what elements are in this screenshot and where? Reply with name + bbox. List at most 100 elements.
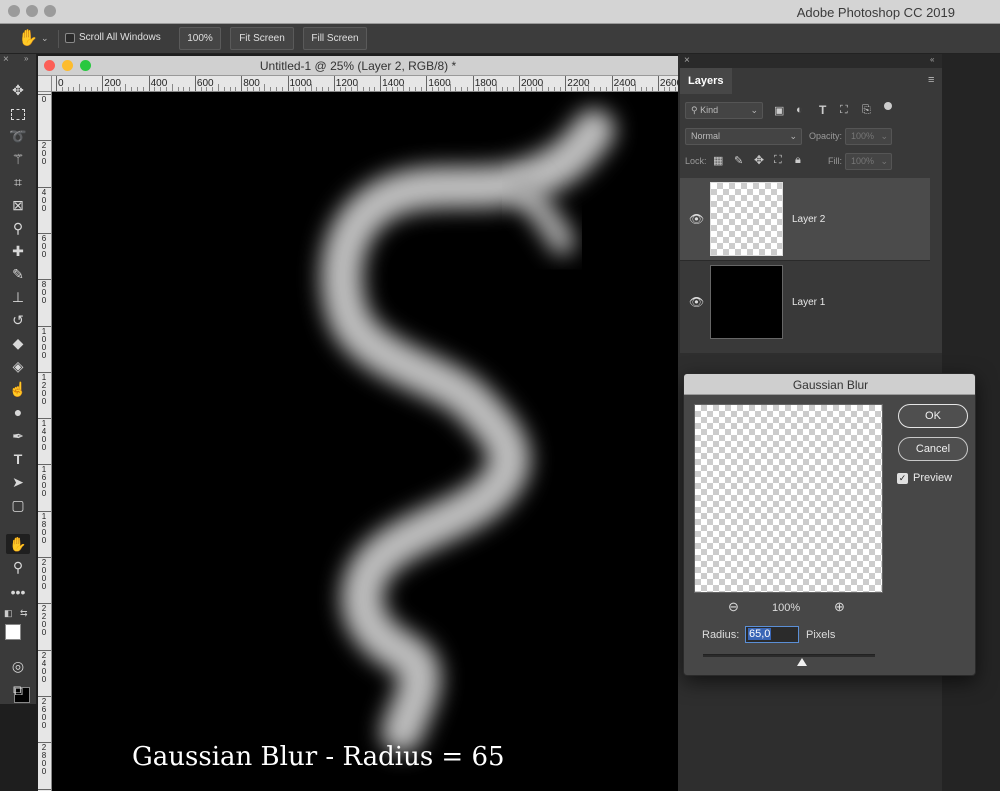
fill-input[interactable]: 100% ⌄ <box>845 153 892 170</box>
marquee-icon[interactable] <box>6 103 30 123</box>
eyedropper-icon[interactable]: ⚲ <box>6 218 30 238</box>
collapse-icon[interactable]: « <box>930 55 934 64</box>
dialog-title: Gaussian Blur <box>792 378 869 392</box>
document-titlebar: Untitled-1 @ 25% (Layer 2, RGB/8) * <box>38 56 678 76</box>
magic-wand-icon[interactable]: ⚚ <box>6 149 30 169</box>
ruler-minor-tick <box>79 84 81 91</box>
layer-row-layer-1[interactable]: 👁︎ Layer 1 <box>680 260 930 342</box>
filter-adjustment-icon[interactable]: ◐ <box>796 104 803 116</box>
dodge-icon[interactable]: ● <box>6 402 30 422</box>
preview-zoom-level: 100% <box>772 602 801 614</box>
filter-pixel-icon[interactable]: ▣ <box>774 104 784 117</box>
zoom-in-icon[interactable]: ⊕ <box>834 599 845 615</box>
radius-slider-thumb[interactable] <box>797 658 807 666</box>
layer-row-layer-2[interactable]: 👁︎ Layer 2 <box>680 178 930 260</box>
opacity-input[interactable]: 100% ⌄ <box>845 128 892 145</box>
lock-pixels-icon[interactable]: ✎ <box>734 154 743 167</box>
screen-mode-icon[interactable]: ⧉ <box>6 680 30 700</box>
panel-menu-icon[interactable]: ≡ <box>928 74 934 86</box>
chevron-down-icon: ⌄ <box>750 105 758 115</box>
fit-screen-button[interactable]: Fit Screen <box>230 27 294 50</box>
cancel-button[interactable]: Cancel <box>898 437 968 461</box>
ruler-minor-tick <box>403 84 405 91</box>
eraser-icon[interactable]: ◆ <box>6 333 30 353</box>
ruler-origin[interactable] <box>38 76 52 92</box>
ruler-tick <box>287 76 289 91</box>
filter-type-icon[interactable]: T <box>819 103 826 117</box>
move-icon[interactable]: ✥ <box>6 80 30 100</box>
brush-icon[interactable]: ✎ <box>6 264 30 284</box>
filter-smart-object-icon[interactable]: ⎘ <box>862 104 871 117</box>
layer-filter-kind: Kind <box>700 105 719 115</box>
zoom-100-button[interactable]: 100% <box>179 27 221 50</box>
ruler-tick <box>519 76 520 91</box>
close-icon[interactable]: × <box>3 54 9 65</box>
frame-icon[interactable]: ⊠ <box>6 195 30 215</box>
filter-shape-icon[interactable]: ⛶ <box>840 104 848 117</box>
ruler-label: 2 6 0 0 <box>41 696 47 730</box>
visibility-eye-icon[interactable]: 👁︎ <box>689 295 704 309</box>
stamp-icon[interactable]: ⊥ <box>6 287 30 307</box>
preview-checkbox[interactable]: ✓ <box>897 473 908 484</box>
dialog-titlebar[interactable]: Gaussian Blur <box>684 374 975 395</box>
default-colors-icon[interactable]: ◧ <box>4 608 13 619</box>
filter-preview[interactable] <box>694 404 883 593</box>
options-bar: ✋ ⌄ Scroll All Windows 100% Fit Screen F… <box>0 24 1000 54</box>
radius-input[interactable]: 65,0 <box>745 626 799 643</box>
filter-toggle-icon[interactable] <box>884 102 892 110</box>
ruler-minor-tick <box>171 84 173 91</box>
ruler-minor-tick <box>588 84 590 91</box>
layer-name[interactable]: Layer 1 <box>792 297 825 308</box>
layer-thumbnail[interactable] <box>710 182 783 256</box>
type-icon[interactable]: T <box>6 449 30 469</box>
window-zoom-button[interactable] <box>44 5 56 17</box>
ruler-label: 1 4 0 0 <box>41 419 47 453</box>
radius-slider-track[interactable] <box>703 654 875 657</box>
ruler-label: 8 0 0 <box>41 280 47 306</box>
document-canvas[interactable]: Gaussian Blur - Radius = 65 <box>52 92 678 791</box>
ruler-label: 200 <box>104 78 121 89</box>
crop-icon[interactable]: ⌗ <box>6 172 30 192</box>
lock-label: Lock: <box>685 156 707 166</box>
hand-icon[interactable]: ✋ <box>6 534 30 554</box>
visibility-eye-icon[interactable]: 👁︎ <box>689 212 704 226</box>
collapse-icon[interactable]: » <box>24 54 28 63</box>
ruler-vertical[interactable]: 0 2 0 0 4 0 0 6 0 0 8 0 0 1 0 0 0 1 2 0 0 1 4 0… <box>38 92 52 791</box>
layer-thumbnail[interactable] <box>710 265 783 339</box>
tab-layers[interactable]: Layers <box>680 68 732 94</box>
smudge-icon[interactable]: ☝ <box>6 379 30 399</box>
layer-filter-select[interactable]: ⚲ Kind ⌄ <box>685 102 763 119</box>
pen-icon[interactable]: ✒ <box>6 426 30 446</box>
blend-mode-select[interactable]: Normal ⌄ <box>685 128 802 145</box>
ok-button[interactable]: OK <box>898 404 968 428</box>
window-minimize-button[interactable] <box>26 5 38 17</box>
close-icon[interactable]: × <box>684 55 690 66</box>
lock-position-icon[interactable]: ✥ <box>754 153 764 167</box>
quick-mask-icon[interactable]: ◎ <box>6 656 30 676</box>
paint-bucket-icon[interactable]: ◈ <box>6 356 30 376</box>
foreground-color-swatch[interactable] <box>5 624 21 640</box>
ruler-horizontal[interactable]: 0 200 400 600 800 1000 1200 1400 1600 1800 2000 220… <box>52 76 678 92</box>
fill-screen-button[interactable]: Fill Screen <box>303 27 367 50</box>
zoom-out-icon[interactable]: ⊖ <box>728 599 739 615</box>
swap-colors-icon[interactable]: ⇆ <box>20 608 28 619</box>
lock-artboard-icon[interactable]: ⛶ <box>774 154 782 167</box>
path-select-icon[interactable]: ➤ <box>6 472 30 492</box>
more-icon[interactable]: ••• <box>6 582 30 602</box>
hand-tool-preset-icon[interactable]: ✋ <box>18 28 38 48</box>
chevron-down-icon[interactable]: ⌄ <box>41 33 49 44</box>
scroll-all-windows-checkbox[interactable] <box>65 33 75 43</box>
layer-name[interactable]: Layer 2 <box>792 214 825 225</box>
lock-all-icon[interactable]: 🔒︎ <box>795 154 801 167</box>
window-close-button[interactable] <box>8 5 20 17</box>
lock-transparent-icon[interactable]: ▦ <box>713 154 723 167</box>
history-brush-icon[interactable]: ↺ <box>6 310 30 330</box>
ruler-label: 800 <box>243 78 260 89</box>
shape-icon[interactable]: ▢ <box>6 495 30 515</box>
healing-icon[interactable]: ✚ <box>6 241 30 261</box>
ruler-minor-tick <box>310 84 312 91</box>
layers-panel: Layers ≡ ⚲ Kind ⌄ ▣ ◐ T ⛶ ⎘ Normal ⌄ Opaci… <box>680 68 942 353</box>
zoom-icon[interactable]: ⚲ <box>6 557 30 577</box>
blend-mode-value: Normal <box>691 131 721 141</box>
lasso-icon[interactable]: ➰ <box>6 126 30 146</box>
